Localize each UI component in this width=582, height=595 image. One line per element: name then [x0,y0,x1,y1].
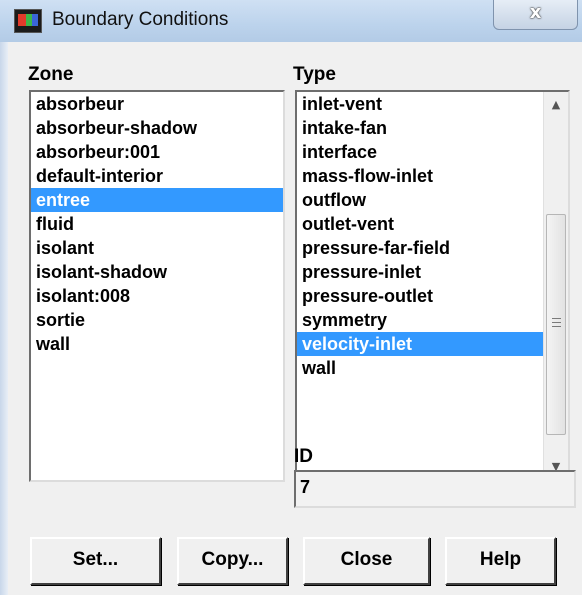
type-list-item[interactable]: outlet-vent [297,212,543,236]
type-list-item[interactable]: mass-flow-inlet [297,164,543,188]
id-label: ID [294,446,313,467]
type-list-item[interactable]: symmetry [297,308,543,332]
zone-list-item[interactable]: sortie [31,308,283,332]
zone-list-item[interactable]: fluid [31,212,283,236]
window-title: Boundary Conditions [52,9,229,30]
dialog-content: Zone Type absorbeur absorbeur-shadow absor… [8,42,582,595]
type-list-item[interactable]: inlet-vent [297,92,543,116]
type-list-item[interactable]: outflow [297,188,543,212]
close-window-button[interactable]: x [493,0,578,30]
close-button[interactable]: Close [303,537,430,585]
zone-label: Zone [28,64,74,85]
type-list-item[interactable]: intake-fan [297,116,543,140]
type-listbox[interactable]: inlet-vent intake-fan interface mass-flow-i… [295,90,570,482]
zone-list-item[interactable]: absorbeur [31,92,283,116]
type-list-item[interactable]: velocity-inlet [297,332,543,356]
type-list-item[interactable]: pressure-outlet [297,284,543,308]
help-button[interactable]: Help [445,537,556,585]
zone-list-item[interactable]: wall [31,332,283,356]
type-list-item[interactable]: pressure-far-field [297,236,543,260]
zone-listbox[interactable]: absorbeur absorbeur-shadow absorbeur:001 de… [29,90,285,482]
zone-list-item[interactable]: isolant-shadow [31,260,283,284]
type-list-item[interactable]: interface [297,140,543,164]
zone-list-item[interactable]: isolant:008 [31,284,283,308]
type-label: Type [293,64,336,85]
copy-button[interactable]: Copy... [177,537,288,585]
zone-list-item[interactable]: absorbeur:001 [31,140,283,164]
zone-list-item[interactable]: entree [31,188,283,212]
fluent-app-icon [14,9,42,33]
set-button[interactable]: Set... [30,537,161,585]
scroll-up-icon[interactable]: ▲ [544,94,568,116]
zone-list-item[interactable]: default-interior [31,164,283,188]
type-scrollbar[interactable]: ▲ ▼ [543,92,568,480]
type-list-item[interactable]: wall [297,356,543,380]
type-list-item[interactable]: pressure-inlet [297,260,543,284]
zone-list-item[interactable]: absorbeur-shadow [31,116,283,140]
title-bar[interactable]: Boundary Conditions x [0,0,582,43]
boundary-conditions-dialog: Boundary Conditions x Zone Type absorbeu… [0,0,582,595]
close-icon: x [529,2,542,23]
zone-list-item[interactable]: isolant [31,236,283,260]
window-border [0,42,8,595]
id-field: 7 [294,470,576,508]
scrollbar-thumb[interactable] [546,214,566,435]
